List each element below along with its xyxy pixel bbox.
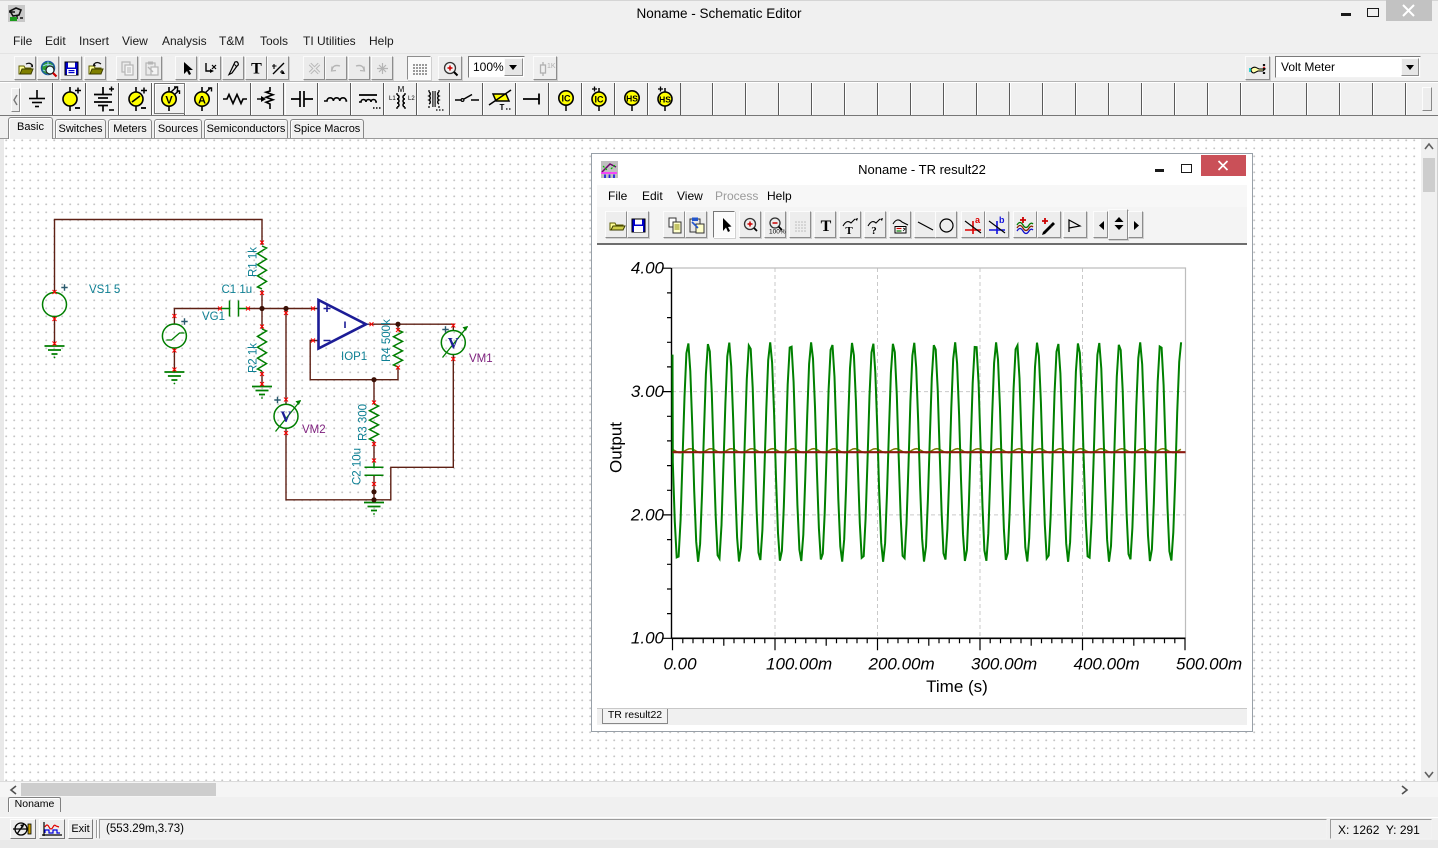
svg-text:T: T — [821, 218, 832, 235]
svg-text:L2: L2 — [408, 96, 415, 102]
svg-text:L1: L1 — [389, 96, 396, 102]
svg-text:Output: Output — [607, 422, 626, 473]
svg-text:Time (s): Time (s) — [926, 677, 988, 696]
svg-text:V: V — [165, 95, 173, 107]
svg-text:1.00: 1.00 — [631, 629, 665, 648]
svg-text:IOP1: IOP1 — [341, 351, 367, 363]
svg-text:500.00m: 500.00m — [1176, 655, 1242, 674]
svg-text:?: ? — [871, 225, 877, 235]
svg-text:T: T — [845, 225, 853, 235]
svg-text:T: T — [499, 103, 504, 112]
svg-text:VS1 5: VS1 5 — [89, 284, 120, 296]
svg-text:300.00m: 300.00m — [971, 655, 1037, 674]
svg-text:V: V — [280, 409, 292, 426]
svg-text:A: A — [198, 95, 206, 107]
svg-text:200.00m: 200.00m — [868, 655, 935, 674]
svg-text:HS: HS — [626, 94, 638, 104]
svg-text:VG1: VG1 — [202, 311, 225, 323]
svg-text:R1 1k: R1 1k — [248, 247, 260, 277]
svg-text:VM2: VM2 — [302, 424, 326, 436]
svg-text:a: a — [975, 216, 981, 225]
svg-text:2.00: 2.00 — [630, 505, 665, 524]
svg-text:R2 1k: R2 1k — [248, 343, 260, 373]
svg-text:R4 500k: R4 500k — [381, 319, 393, 362]
svg-text:100%: 100% — [769, 229, 786, 236]
svg-text:V: V — [448, 335, 460, 352]
svg-text:0.00: 0.00 — [664, 655, 698, 674]
svg-text:4.00: 4.00 — [631, 259, 665, 278]
svg-text:T: T — [251, 61, 262, 78]
svg-text:b: b — [999, 216, 1005, 225]
svg-text:C1 1u: C1 1u — [222, 284, 253, 296]
svg-text:3.00: 3.00 — [631, 382, 665, 401]
svg-text:VM1: VM1 — [469, 353, 493, 365]
svg-text:HS: HS — [659, 95, 671, 105]
svg-text:IC: IC — [561, 94, 571, 104]
svg-text:M: M — [397, 85, 404, 94]
svg-text:IC: IC — [594, 95, 604, 105]
svg-text:100.00m: 100.00m — [766, 655, 832, 674]
svg-text:C2 10u: C2 10u — [352, 448, 364, 485]
svg-text:400.00m: 400.00m — [1074, 655, 1140, 674]
svg-text:R3 300: R3 300 — [358, 404, 370, 441]
svg-text:1K: 1K — [547, 63, 556, 70]
